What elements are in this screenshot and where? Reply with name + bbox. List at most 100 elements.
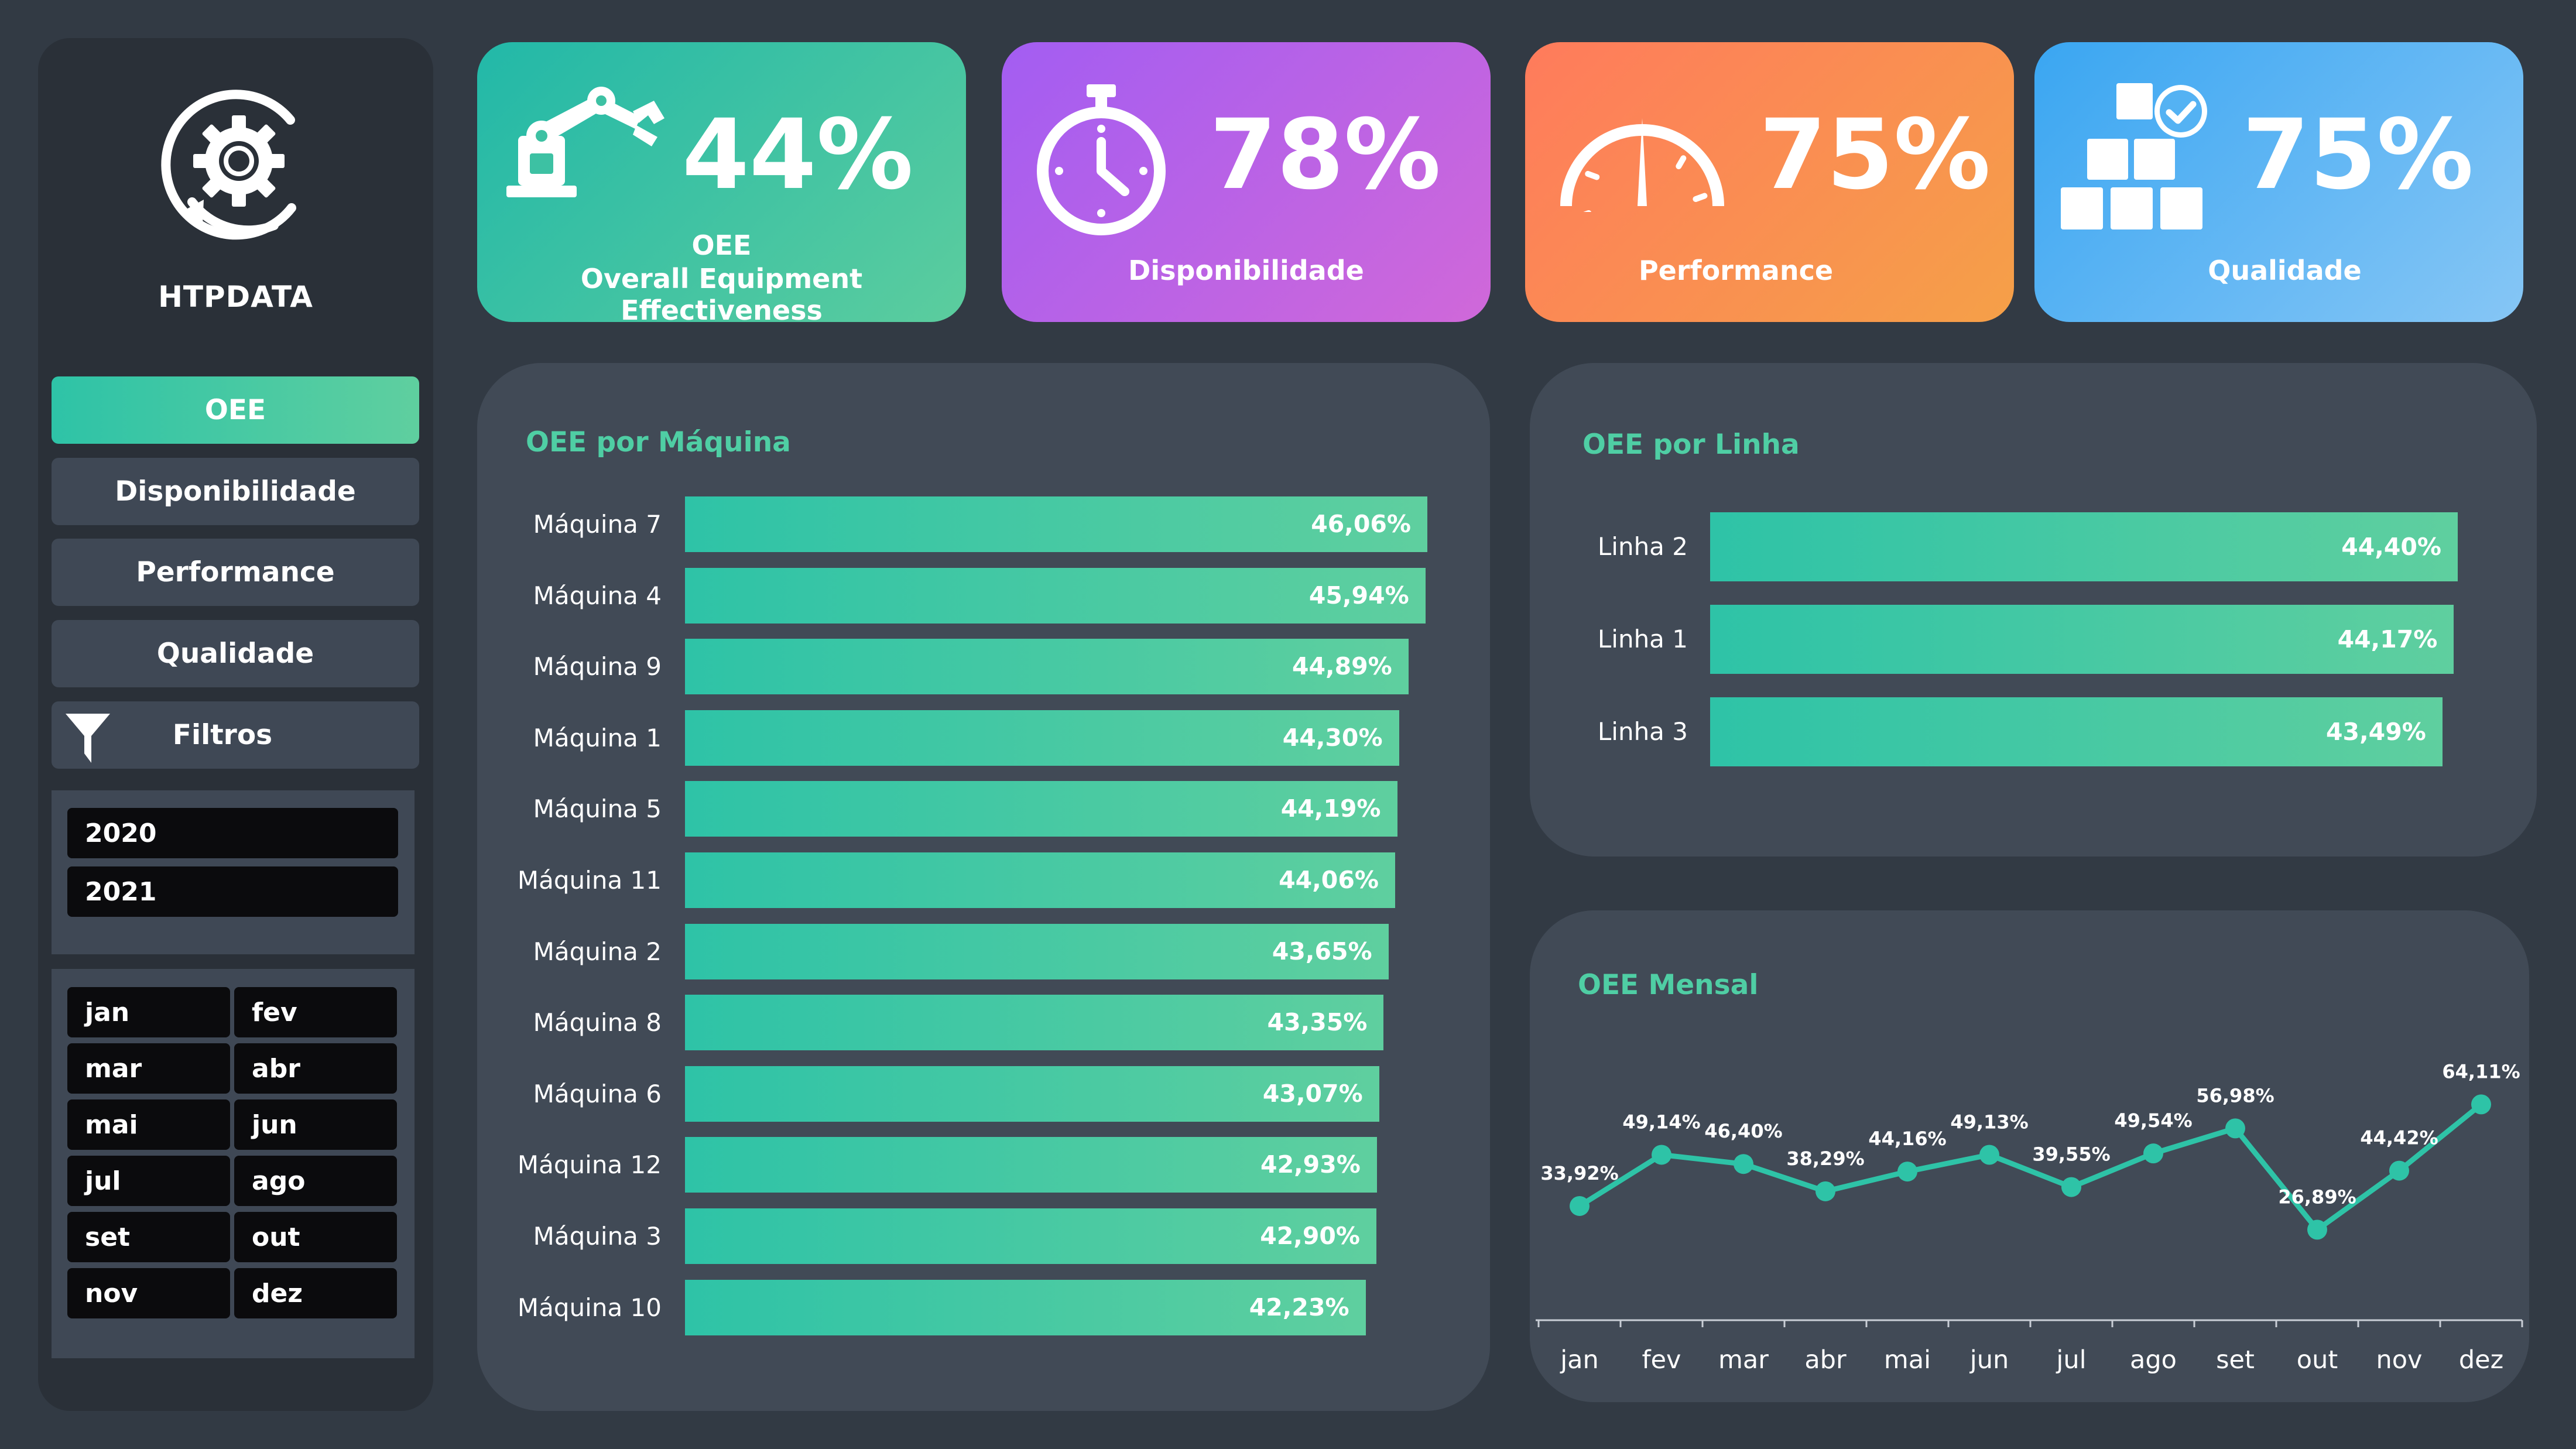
data-point-label: 44,16% [1868, 1128, 1946, 1150]
data-point[interactable] [1570, 1195, 1590, 1216]
bar-category-label: Linha 3 [1597, 717, 1688, 746]
oee-por-linha-chart: Linha 2 44,40% Linha 1 44,17% Linha 3 43,49% [1530, 363, 2537, 857]
kpi-disponibilidade-value: 78% [1210, 98, 1441, 211]
robot-arm-icon [501, 71, 670, 206]
kpi-oee-label: OEE [691, 229, 752, 261]
data-point-label: 38,29% [1786, 1147, 1864, 1170]
month-out-button[interactable]: out [234, 1212, 397, 1262]
stopwatch-icon [1031, 83, 1171, 238]
oee-mensal-panel: OEE Mensal 33,92% jan 49,14% fev 46,40% mar 38… [1530, 910, 2529, 1402]
month-abr-button[interactable]: abr [234, 1043, 397, 1094]
bar-category-label: Máquina 10 [517, 1293, 662, 1322]
month-dez-button[interactable]: dez [234, 1268, 397, 1318]
bar-category-label: Máquina 4 [533, 581, 662, 610]
x-axis-tick-label: dez [2459, 1345, 2503, 1375]
brand-name: HTPDATA [158, 280, 313, 314]
x-axis-tick-label: set [2216, 1345, 2255, 1375]
data-point[interactable] [2307, 1220, 2327, 1240]
data-point[interactable] [2225, 1118, 2245, 1139]
x-axis-tick-label: abr [1804, 1345, 1847, 1375]
bar-value-label: 46,06% [1311, 510, 1411, 538]
bar-value-label: 43,07% [1262, 1079, 1363, 1108]
data-point-label: 49,54% [2114, 1109, 2192, 1132]
x-axis-tick-label: jan [1560, 1345, 1599, 1375]
month-mar-button[interactable]: mar [67, 1043, 230, 1094]
kpi-qualidade-value: 75% [2242, 98, 2474, 211]
month-set-button[interactable]: set [67, 1212, 230, 1262]
bar-category-label: Máquina 2 [533, 937, 662, 966]
data-point[interactable] [2389, 1160, 2409, 1181]
bar-value-label: 44,40% [2341, 533, 2441, 561]
data-point-label: 49,14% [1622, 1111, 1700, 1133]
kpi-oee-value: 44% [682, 98, 913, 211]
x-axis-tick-label: jun [1969, 1345, 2009, 1375]
bar-value-label: 44,19% [1280, 794, 1381, 823]
month-jun-button[interactable]: jun [234, 1099, 397, 1150]
bar-category-label: Máquina 11 [517, 866, 662, 895]
data-point[interactable] [1979, 1145, 1999, 1165]
kpi-card-qualidade: 75% Qualidade [2034, 42, 2523, 322]
data-point-label: 56,98% [2196, 1084, 2274, 1107]
data-point[interactable] [1897, 1162, 1917, 1182]
kpi-card-performance: 75% Performance [1525, 42, 2014, 322]
data-point-label: 64,11% [2442, 1060, 2520, 1083]
boxes-check-icon [2061, 83, 2216, 232]
month-jan-button[interactable]: jan [67, 987, 230, 1037]
year-2020-button[interactable]: 2020 [67, 808, 398, 858]
nav-qualidade-button[interactable]: Qualidade [52, 620, 419, 687]
data-point[interactable] [1815, 1181, 1835, 1201]
oee-mensal-chart: 33,92% jan 49,14% fev 46,40% mar 38,29% abr 44,1… [1536, 1060, 2523, 1375]
oee-por-linha-panel: OEE por Linha Linha 2 44,40% Linha 1 44,17%… [1530, 363, 2537, 857]
bar-value-label: 42,90% [1260, 1222, 1360, 1250]
data-point[interactable] [1652, 1145, 1671, 1165]
kpi-card-disponibilidade: 78% Disponibilidade [1002, 42, 1491, 322]
bar-value-label: 44,30% [1282, 723, 1383, 752]
bar-category-label: Máquina 5 [533, 794, 662, 824]
speedometer-icon [1554, 107, 1730, 257]
month-jul-button[interactable]: jul [67, 1156, 230, 1206]
x-axis-tick-label: fev [1642, 1345, 1681, 1375]
bar-value-label: 43,65% [1272, 937, 1372, 965]
month-ago-button[interactable]: ago [234, 1156, 397, 1206]
nav-performance-button[interactable]: Performance [52, 539, 419, 606]
x-axis-tick-label: nov [2376, 1345, 2422, 1375]
bar-category-label: Máquina 8 [533, 1008, 662, 1037]
kpi-disponibilidade-label: Disponibilidade [1128, 255, 1364, 286]
kpi-performance-value: 75% [1759, 98, 1991, 211]
data-point[interactable] [2061, 1177, 2081, 1197]
bar-category-label: Linha 1 [1597, 625, 1688, 653]
bar-category-label: Linha 2 [1597, 532, 1688, 561]
bar-category-label: Máquina 7 [533, 510, 662, 539]
bar-value-label: 43,35% [1267, 1008, 1368, 1037]
nav-oee-button[interactable]: OEE [52, 376, 419, 444]
kpi-card-oee: 44% OEE Overall Equipment Effectiveness [477, 42, 966, 326]
bar-value-label: 42,93% [1260, 1150, 1361, 1179]
x-axis-tick-label: ago [2130, 1345, 2177, 1375]
data-point-label: 33,92% [1540, 1162, 1618, 1184]
data-point[interactable] [2143, 1143, 2163, 1164]
oee-por-maquina-chart: Máquina 7 46,06% Máquina 4 45,94% Máquina 9 4… [477, 363, 1490, 1411]
bar-category-label: Máquina 6 [533, 1079, 662, 1108]
bar-category-label: Máquina 12 [517, 1150, 662, 1180]
year-2021-button[interactable]: 2021 [67, 866, 398, 917]
bar-value-label: 42,23% [1249, 1293, 1349, 1321]
data-point[interactable] [1734, 1154, 1753, 1174]
month-fev-button[interactable]: fev [234, 987, 397, 1037]
nav-disponibilidade-button[interactable]: Disponibilidade [52, 458, 419, 525]
month-nov-button[interactable]: nov [67, 1268, 230, 1318]
data-point-label: 26,89% [2278, 1186, 2356, 1208]
bar-value-label: 44,17% [2337, 625, 2438, 653]
data-point-label: 44,42% [2360, 1127, 2438, 1149]
funnel-icon [64, 711, 111, 763]
bar-value-label: 44,06% [1279, 866, 1379, 894]
bar-category-label: Máquina 3 [533, 1222, 662, 1251]
x-axis-tick-label: mai [1884, 1345, 1931, 1375]
filters-label: Filtros [172, 719, 273, 751]
oee-por-maquina-panel: OEE por Máquina Máquina 7 46,06% Máquina 4… [477, 363, 1490, 1411]
x-axis-tick-label: out [2297, 1345, 2338, 1375]
data-point[interactable] [2471, 1094, 2491, 1115]
x-axis-tick-label: mar [1718, 1345, 1769, 1375]
month-mai-button[interactable]: mai [67, 1099, 230, 1150]
kpi-qualidade-label: Qualidade [2208, 255, 2362, 286]
data-point-label: 46,40% [1704, 1120, 1782, 1142]
